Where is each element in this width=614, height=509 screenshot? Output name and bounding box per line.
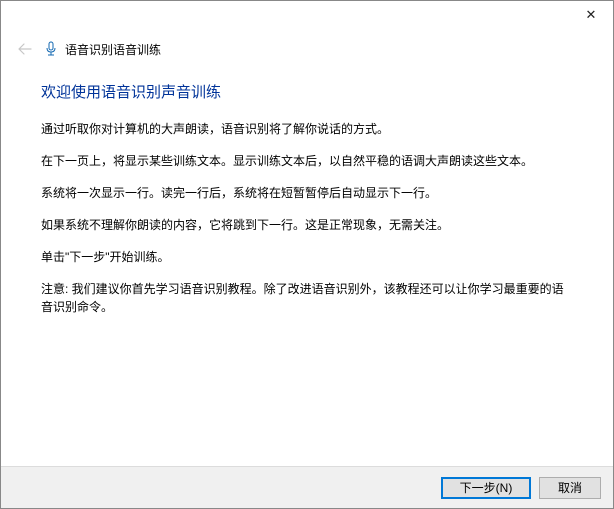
titlebar: ✕ — [1, 1, 613, 31]
microphone-icon — [43, 41, 59, 57]
page-heading: 欢迎使用语音识别声音训练 — [41, 81, 573, 102]
paragraph: 注意: 我们建议你首先学习语音识别教程。除了改进语音识别外，该教程还可以让你学习… — [41, 280, 573, 316]
wizard-window: ✕ 语音识别语音训练 欢迎使用语音识别声音训练 通过听取你对计算机的大声朗读，语… — [0, 0, 614, 509]
paragraph: 如果系统不理解你朗读的内容，它将跳到下一行。这是正常现象，无需关注。 — [41, 216, 573, 234]
back-button[interactable] — [15, 39, 35, 59]
header-row: 语音识别语音训练 — [1, 37, 613, 61]
paragraph: 系统将一次显示一行。读完一行后，系统将在短暂暂停后自动显示下一行。 — [41, 184, 573, 202]
paragraph: 在下一页上，将显示某些训练文本。显示训练文本后，以自然平稳的语调大声朗读这些文本… — [41, 152, 573, 170]
paragraph: 通过听取你对计算机的大声朗读，语音识别将了解你说话的方式。 — [41, 120, 573, 138]
paragraph: 单击"下一步"开始训练。 — [41, 248, 573, 266]
content-area: 欢迎使用语音识别声音训练 通过听取你对计算机的大声朗读，语音识别将了解你说话的方… — [41, 81, 573, 330]
close-icon: ✕ — [586, 7, 597, 23]
next-button[interactable]: 下一步(N) — [441, 477, 531, 499]
cancel-button[interactable]: 取消 — [539, 477, 601, 499]
footer-bar: 下一步(N) 取消 — [1, 466, 613, 508]
close-button[interactable]: ✕ — [569, 1, 613, 29]
back-arrow-icon — [17, 41, 33, 57]
header-title: 语音识别语音训练 — [65, 41, 161, 58]
